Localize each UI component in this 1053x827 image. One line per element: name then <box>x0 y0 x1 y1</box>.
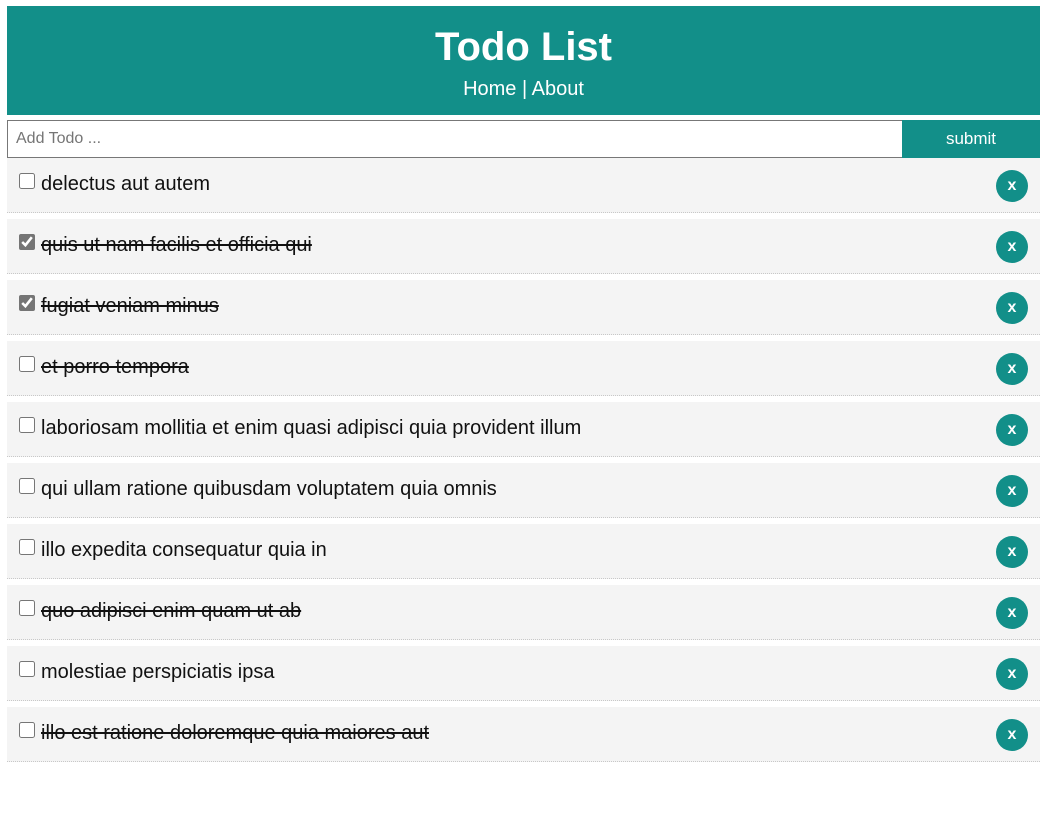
submit-button[interactable]: submit <box>902 120 1040 158</box>
todo-item: qui ullam ratione quibusdam voluptatem q… <box>7 463 1040 518</box>
delete-todo-button[interactable]: x <box>996 353 1028 385</box>
todo-title: illo est ratione doloremque quia maiores… <box>41 722 429 744</box>
todo-item: molestiae perspiciatis ipsa x <box>7 646 1040 701</box>
todo-title: molestiae perspiciatis ipsa <box>41 661 275 683</box>
todo-checkbox[interactable] <box>19 356 35 372</box>
todo-item: quis ut nam facilis et officia qui x <box>7 219 1040 274</box>
todo-title: illo expedita consequatur quia in <box>41 539 327 561</box>
todo-item: quo adipisci enim quam ut ab x <box>7 585 1040 640</box>
todo-item: delectus aut autem x <box>7 158 1040 213</box>
delete-todo-button[interactable]: x <box>996 536 1028 568</box>
delete-todo-button[interactable]: x <box>996 414 1028 446</box>
nav-link-home[interactable]: Home <box>463 78 516 100</box>
delete-todo-button[interactable]: x <box>996 170 1028 202</box>
todo-checkbox[interactable] <box>19 722 35 738</box>
add-todo-form: submit <box>7 120 1040 158</box>
todo-list: delectus aut autem x quis ut nam facilis… <box>7 158 1040 762</box>
todo-title: delectus aut autem <box>41 173 210 195</box>
header: Todo List Home | About <box>7 6 1040 115</box>
delete-todo-button[interactable]: x <box>996 658 1028 690</box>
todo-checkbox[interactable] <box>19 600 35 616</box>
todo-title: quis ut nam facilis et officia qui <box>41 234 312 256</box>
todo-checkbox[interactable] <box>19 661 35 677</box>
delete-todo-button[interactable]: x <box>996 719 1028 751</box>
todo-title: laboriosam mollitia et enim quasi adipis… <box>41 417 582 439</box>
delete-todo-button[interactable]: x <box>996 475 1028 507</box>
todo-title: et porro tempora <box>41 356 189 378</box>
todo-checkbox[interactable] <box>19 417 35 433</box>
add-todo-input[interactable] <box>7 120 902 158</box>
delete-todo-button[interactable]: x <box>996 231 1028 263</box>
todo-checkbox[interactable] <box>19 295 35 311</box>
nav-bar: Home | About <box>7 77 1040 101</box>
todo-app: Todo List Home | About submit delectus a… <box>7 6 1040 768</box>
nav-separator: | <box>516 78 532 100</box>
delete-todo-button[interactable]: x <box>996 292 1028 324</box>
todo-title: quo adipisci enim quam ut ab <box>41 600 302 622</box>
page-title: Todo List <box>435 25 612 69</box>
todo-item: laboriosam mollitia et enim quasi adipis… <box>7 402 1040 457</box>
todo-item: et porro tempora x <box>7 341 1040 396</box>
todo-checkbox[interactable] <box>19 478 35 494</box>
todo-title: qui ullam ratione quibusdam voluptatem q… <box>41 478 497 500</box>
delete-todo-button[interactable]: x <box>996 597 1028 629</box>
todo-title: fugiat veniam minus <box>41 295 219 317</box>
todo-item: illo est ratione doloremque quia maiores… <box>7 707 1040 762</box>
todo-checkbox[interactable] <box>19 173 35 189</box>
todo-checkbox[interactable] <box>19 539 35 555</box>
todo-checkbox[interactable] <box>19 234 35 250</box>
todo-item: illo expedita consequatur quia in x <box>7 524 1040 579</box>
todo-item: fugiat veniam minus x <box>7 280 1040 335</box>
nav-link-about[interactable]: About <box>532 78 584 100</box>
